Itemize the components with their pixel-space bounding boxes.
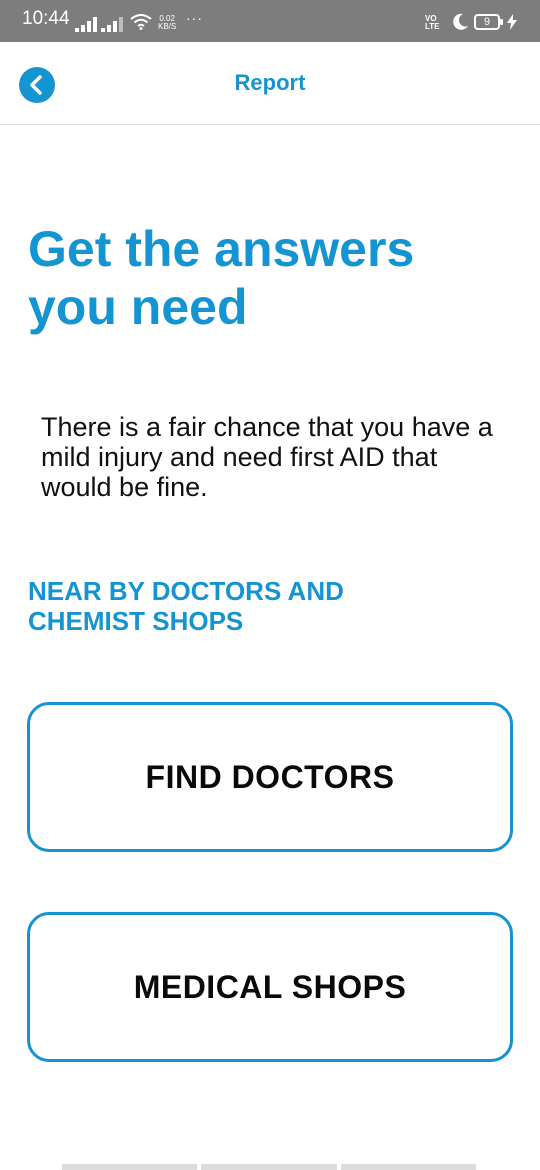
bottom-navigation-edge [62, 1164, 476, 1170]
wifi-icon [130, 14, 152, 35]
signal-icon-secondary [101, 16, 125, 32]
bottom-tab-3[interactable] [340, 1164, 476, 1170]
page-title: Report [234, 70, 306, 95]
volte-indicator: VO LTE [425, 15, 440, 31]
section-label: NEAR BY DOCTORS AND CHEMIST SHOPS [28, 576, 344, 636]
more-notifications-icon: ··· [186, 10, 203, 26]
signal-icon [75, 16, 99, 32]
medical-shops-button[interactable]: MEDICAL SHOPS [27, 912, 513, 1062]
status-bar: 10:44 0.02 KB/S ··· VO LTE 9 [0, 0, 540, 42]
find-doctors-button[interactable]: FIND DOCTORS [27, 702, 513, 852]
network-speed: 0.02 KB/S [158, 15, 176, 31]
battery-icon: 9 [474, 14, 503, 30]
charging-icon [507, 14, 517, 35]
lte-label: LTE [425, 22, 440, 31]
headline: Get the answers you need [28, 221, 415, 335]
bottom-tab-1[interactable] [62, 1164, 198, 1170]
app-header: Report [0, 42, 540, 125]
assessment-message: There is a fair chance that you have a m… [41, 412, 493, 502]
moon-icon [451, 13, 469, 36]
bottom-tab-2[interactable] [201, 1164, 337, 1170]
status-time: 10:44 [22, 8, 70, 29]
network-speed-unit: KB/S [158, 22, 177, 31]
